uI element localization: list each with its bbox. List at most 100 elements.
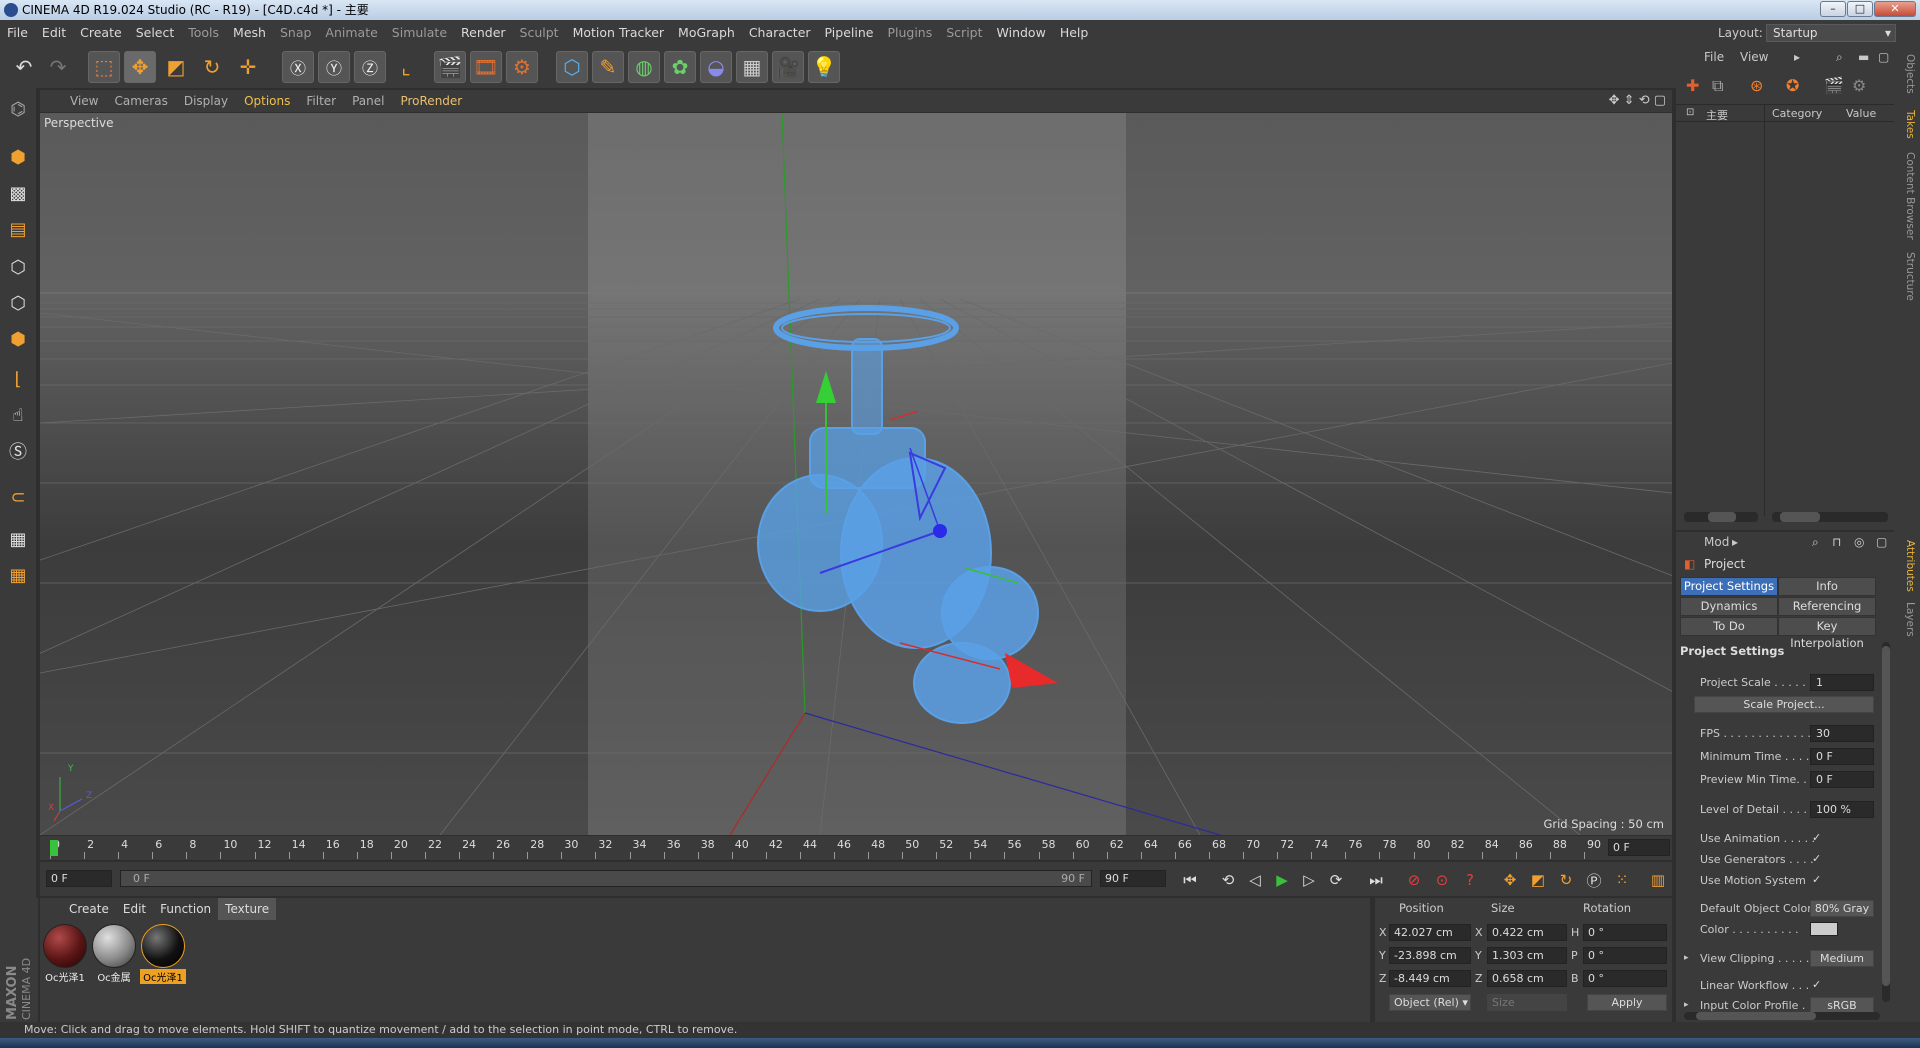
vertical-scrollbar[interactable] bbox=[1882, 642, 1890, 1002]
tab-to-do[interactable]: To Do bbox=[1680, 617, 1778, 636]
side-tab-objects[interactable]: Objects bbox=[1898, 54, 1916, 94]
mograph-cloner-icon[interactable]: ✿ bbox=[664, 51, 696, 83]
menu-help[interactable]: Help bbox=[1053, 20, 1096, 46]
menu-window[interactable]: Window bbox=[990, 20, 1053, 46]
side-tab-content-browser[interactable]: Content Browser bbox=[1898, 152, 1916, 240]
frame-range-slider[interactable]: 0 F 90 F bbox=[120, 870, 1092, 887]
tab-project-settings[interactable]: Project Settings bbox=[1680, 577, 1778, 596]
autokeying-icon[interactable]: ⊙ bbox=[1430, 869, 1454, 891]
rotation-h-field[interactable]: 0 ° bbox=[1583, 924, 1667, 941]
level-of-detail-field[interactable]: 100 % bbox=[1810, 801, 1874, 818]
search-icon[interactable]: ⌕ bbox=[1812, 532, 1819, 552]
lock-workplane-icon[interactable]: ▦ bbox=[3, 524, 33, 554]
rotate-tool-icon[interactable]: ↻ bbox=[196, 51, 228, 83]
previous-key-icon[interactable]: ⟲ bbox=[1216, 869, 1240, 891]
minimize-button[interactable]: – bbox=[1820, 1, 1846, 17]
use-motion-system-checkbox[interactable]: ✓ bbox=[1812, 873, 1821, 886]
side-tab-takes[interactable]: Takes bbox=[1898, 110, 1916, 139]
chevron-right-icon[interactable]: ▸ bbox=[1684, 953, 1689, 963]
panel-menu-icon[interactable]: ▬ bbox=[1858, 46, 1869, 68]
timeline-window-icon[interactable]: ▥ bbox=[1646, 869, 1670, 891]
tweak-mode-icon[interactable]: ☝ bbox=[3, 400, 33, 430]
menu-tools[interactable]: Tools bbox=[181, 20, 226, 46]
coordinate-mode-select[interactable]: Object (Rel) ▾ bbox=[1389, 994, 1471, 1011]
play-icon[interactable]: ▶ bbox=[1270, 869, 1294, 891]
use-generators-checkbox[interactable]: ✓ bbox=[1812, 852, 1821, 865]
workplane-mode-icon[interactable]: ▤ bbox=[3, 214, 33, 244]
current-frame-field[interactable]: 0 F bbox=[1608, 839, 1670, 856]
override-icon[interactable]: ⊛ bbox=[1750, 76, 1763, 95]
rotation-p-field[interactable]: 0 ° bbox=[1583, 947, 1667, 964]
object-menu-file[interactable]: File bbox=[1704, 46, 1724, 68]
search-icon[interactable]: ⌕ bbox=[1836, 46, 1843, 68]
horizontal-scrollbar[interactable] bbox=[1684, 1012, 1880, 1020]
rotation-b-field[interactable]: 0 ° bbox=[1583, 970, 1667, 987]
render-picture-viewer-icon[interactable]: 🎞 bbox=[470, 51, 502, 83]
menu-file[interactable]: File bbox=[0, 20, 35, 46]
tab-info[interactable]: Info bbox=[1778, 577, 1876, 596]
linear-workflow-checkbox[interactable]: ✓ bbox=[1812, 978, 1821, 991]
solo-mode-icon[interactable]: Ⓢ bbox=[3, 436, 33, 466]
size-x-field[interactable]: 0.422 cm bbox=[1487, 924, 1567, 941]
timeline-ruler[interactable]: 0246810121416182022242628303234363840424… bbox=[40, 836, 1672, 860]
viewport-menu-view[interactable]: View bbox=[62, 90, 106, 112]
viewport-menu-display[interactable]: Display bbox=[176, 90, 236, 112]
lock-element-icon[interactable]: ⊓ bbox=[1832, 532, 1841, 552]
cube-primitive-icon[interactable]: ⬡ bbox=[556, 51, 588, 83]
position-z-field[interactable]: -8.449 cm bbox=[1389, 970, 1471, 987]
next-frame-icon[interactable]: ▷ bbox=[1297, 869, 1321, 891]
record-position-icon[interactable]: ✥ bbox=[1498, 869, 1522, 891]
light-icon[interactable]: 💡 bbox=[808, 51, 840, 83]
next-key-icon[interactable]: ⟳ bbox=[1324, 869, 1348, 891]
perspective-viewport[interactable]: Y Z X Perspective Grid Spacing : 50 cm bbox=[40, 113, 1672, 835]
make-editable-icon[interactable]: ⌬ bbox=[3, 94, 33, 124]
x-axis-lock-icon[interactable]: Ⓧ bbox=[282, 51, 314, 83]
menu-sculpt[interactable]: Sculpt bbox=[513, 20, 566, 46]
camera-icon[interactable]: 🎥 bbox=[772, 51, 804, 83]
subdivision-surface-icon[interactable]: ◍ bbox=[628, 51, 660, 83]
menu-character[interactable]: Character bbox=[742, 20, 818, 46]
viewport-menu-options[interactable]: Options bbox=[236, 90, 298, 112]
live-selection-icon[interactable]: ⬚ bbox=[88, 51, 120, 83]
project-scale-field[interactable]: 1 bbox=[1810, 674, 1874, 691]
horizontal-scrollbar[interactable] bbox=[1684, 512, 1758, 522]
floor-icon[interactable]: ▦ bbox=[736, 51, 768, 83]
menu-snap[interactable]: Snap bbox=[273, 20, 318, 46]
redo-icon[interactable]: ↷ bbox=[42, 51, 74, 83]
go-to-end-icon[interactable]: ⏭ bbox=[1364, 869, 1388, 891]
main-take-label[interactable]: 主要 bbox=[1706, 107, 1728, 123]
side-tab-structure[interactable]: Structure bbox=[1898, 252, 1916, 301]
size-y-field[interactable]: 1.303 cm bbox=[1487, 947, 1567, 964]
menu-mograph[interactable]: MoGraph bbox=[671, 20, 742, 46]
size-z-field[interactable]: 0.658 cm bbox=[1487, 970, 1567, 987]
clone-take-icon[interactable]: ⧉ bbox=[1712, 76, 1723, 96]
horizontal-scrollbar[interactable] bbox=[1772, 512, 1888, 522]
planar-workplane-icon[interactable]: ▦ bbox=[3, 560, 33, 590]
record-parameter-icon[interactable]: Ⓟ bbox=[1582, 869, 1606, 891]
material-menu-create[interactable]: Create bbox=[62, 898, 116, 920]
record-point-level-icon[interactable]: ⁙ bbox=[1610, 869, 1634, 891]
scale-project-button[interactable]: Scale Project... bbox=[1694, 696, 1874, 713]
menu-select[interactable]: Select bbox=[129, 20, 182, 46]
default-object-color-select[interactable]: 80% Gray bbox=[1810, 900, 1874, 917]
menu-plugins[interactable]: Plugins bbox=[880, 20, 939, 46]
material-swatch[interactable]: Oc金属 bbox=[91, 924, 137, 984]
deformer-icon[interactable]: ◒ bbox=[700, 51, 732, 83]
render-settings-icon[interactable]: ⚙ bbox=[506, 51, 538, 83]
material-swatch[interactable]: Oc光泽1 bbox=[42, 924, 88, 984]
close-button[interactable]: ✕ bbox=[1874, 1, 1916, 17]
start-frame-field[interactable]: 0 F bbox=[46, 870, 112, 887]
object-menu-view[interactable]: View bbox=[1740, 46, 1768, 68]
menu-mesh[interactable]: Mesh bbox=[226, 20, 273, 46]
menu-script[interactable]: Script bbox=[939, 20, 989, 46]
side-tab-layers[interactable]: Layers bbox=[1898, 602, 1916, 637]
record-rotation-icon[interactable]: ↻ bbox=[1554, 869, 1578, 891]
material-menu-edit[interactable]: Edit bbox=[116, 898, 153, 920]
viewport-menu-filter[interactable]: Filter bbox=[298, 90, 344, 112]
material-menu-function[interactable]: Function bbox=[153, 898, 218, 920]
new-take-icon[interactable]: ✚ bbox=[1686, 76, 1699, 95]
color-swatch[interactable] bbox=[1810, 922, 1838, 936]
chevron-right-icon[interactable]: ▸ bbox=[1684, 1000, 1689, 1010]
render-view-icon[interactable]: 🎬 bbox=[434, 51, 466, 83]
menu-render[interactable]: Render bbox=[454, 20, 513, 46]
